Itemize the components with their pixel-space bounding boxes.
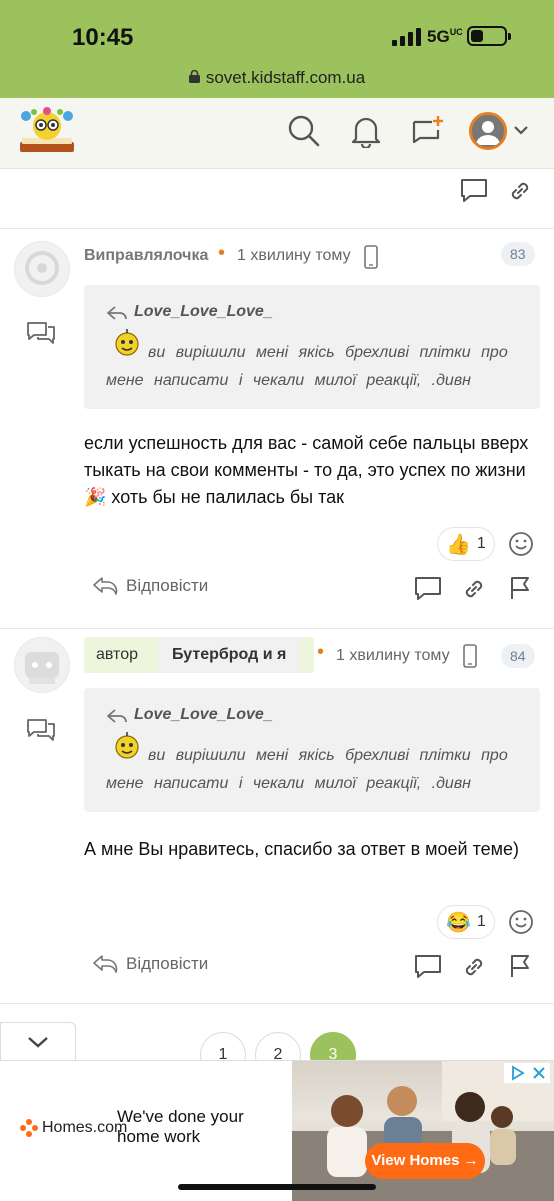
ad-choices-icon xyxy=(512,1065,525,1081)
post-body: если успешность для вас - самой себе пал… xyxy=(84,433,529,507)
reply-button[interactable]: Відповісти xyxy=(92,953,208,975)
chevron-down-icon xyxy=(28,1037,48,1048)
reply-arrow-icon xyxy=(107,709,127,723)
reaction-laugh[interactable]: 😂 1 xyxy=(437,905,495,939)
post-number[interactable]: 84 xyxy=(501,644,535,668)
lock-icon xyxy=(188,68,200,88)
laughing-emoji: 😂 xyxy=(446,911,471,934)
ad-banner[interactable]: Homes.com We've done your home work xyxy=(0,1060,554,1201)
status-time: 10:45 xyxy=(72,24,134,51)
reply-label: Відповісти xyxy=(126,954,209,973)
ad-brand-name: Homes.com xyxy=(42,1119,128,1136)
battery-icon xyxy=(467,26,511,46)
separator-dot: • xyxy=(218,242,226,264)
comment-icon[interactable] xyxy=(460,177,488,203)
post-number[interactable]: 83 xyxy=(501,242,535,266)
post-time: 1 хвилину тому xyxy=(237,247,351,264)
quote-block: Love_Love_Love_ ви вирішили мені якісь б… xyxy=(84,285,540,409)
link-icon[interactable] xyxy=(462,955,486,979)
post-time: 1 хвилину тому xyxy=(336,647,450,664)
ad-cta-button[interactable]: View Homes → xyxy=(365,1143,485,1179)
quote-author: Love_Love_Love_ xyxy=(134,706,273,723)
home-indicator xyxy=(178,1184,376,1190)
private-message-icon[interactable] xyxy=(26,319,56,345)
flag-icon[interactable] xyxy=(508,575,532,601)
quote-block: Love_Love_Love_ ви вирішили мені якісь б… xyxy=(84,688,540,812)
avatar[interactable] xyxy=(469,112,507,150)
status-bar: 10:45 5GUC xyxy=(0,0,554,70)
author-badge: автор Бутерброд и я xyxy=(84,637,314,673)
author-role-label: автор xyxy=(96,646,138,663)
ad-headline: We've done your home work xyxy=(117,1107,244,1147)
add-reaction-icon[interactable] xyxy=(508,531,534,557)
reply-arrow-icon xyxy=(107,306,127,320)
signal-icon xyxy=(392,28,421,46)
reply-icon xyxy=(93,577,118,595)
post-author[interactable]: Бутерброд и я xyxy=(158,637,301,673)
close-icon[interactable] xyxy=(532,1066,546,1080)
reply-label: Відповісти xyxy=(126,576,209,595)
reply-icon xyxy=(93,955,118,973)
ad-brand-logo: Homes.com xyxy=(20,1119,127,1137)
mobile-icon xyxy=(364,245,378,269)
reaction-thumbs-up[interactable]: 👍 1 xyxy=(437,527,495,561)
reaction-count: 1 xyxy=(476,535,486,552)
comment-icon[interactable] xyxy=(414,953,442,979)
ad-choices-badge[interactable] xyxy=(504,1063,550,1083)
flag-icon[interactable] xyxy=(508,953,532,979)
site-header xyxy=(0,98,554,169)
user-avatar[interactable] xyxy=(14,637,70,693)
thumbs-up-emoji: 👍 xyxy=(446,533,471,556)
divider xyxy=(0,1003,554,1004)
url-bar[interactable]: sovet.kidstaff.com.ua xyxy=(0,68,554,88)
link-icon[interactable] xyxy=(508,179,532,203)
ad-headline-line2: home work xyxy=(117,1127,201,1146)
mobile-icon xyxy=(463,644,477,668)
chevron-down-icon[interactable] xyxy=(513,124,529,136)
user-avatar[interactable] xyxy=(14,241,70,297)
comment-post: Виправлялочка • 1 хвилину тому 83 Love_L… xyxy=(0,229,554,629)
separator-dot: • xyxy=(317,641,325,663)
ad-left-panel: Homes.com We've done your home work xyxy=(0,1061,292,1201)
comment-post: автор Бутерброд и я • 1 хвилину тому 84 … xyxy=(0,629,554,1004)
post-author[interactable]: Виправлялочка xyxy=(84,247,208,265)
link-icon[interactable] xyxy=(462,577,486,601)
reply-button[interactable]: Відповісти xyxy=(92,575,208,597)
reaction-count: 1 xyxy=(476,913,486,930)
quote-text: ви вирішили мені якісь брехливі плітки п… xyxy=(106,344,508,389)
quote-text: ви вирішили мені якісь брехливі плітки п… xyxy=(106,747,508,792)
ad-headline-line1: We've done your xyxy=(117,1107,244,1126)
url-text: sovet.kidstaff.com.ua xyxy=(205,68,366,87)
network-label: 5GUC xyxy=(427,27,463,46)
new-message-icon[interactable] xyxy=(410,114,446,150)
bell-icon[interactable] xyxy=(350,114,382,148)
comment-icon[interactable] xyxy=(414,575,442,601)
search-icon[interactable] xyxy=(287,114,321,148)
quote-author: Love_Love_Love_ xyxy=(134,303,273,320)
add-reaction-icon[interactable] xyxy=(508,909,534,935)
site-logo[interactable] xyxy=(16,106,78,156)
post-body: А мне Вы нравитесь, спасибо за ответ в м… xyxy=(84,839,520,859)
homes-logo-icon xyxy=(20,1119,38,1137)
private-message-icon[interactable] xyxy=(26,716,56,742)
collapse-tab[interactable] xyxy=(0,1022,76,1063)
